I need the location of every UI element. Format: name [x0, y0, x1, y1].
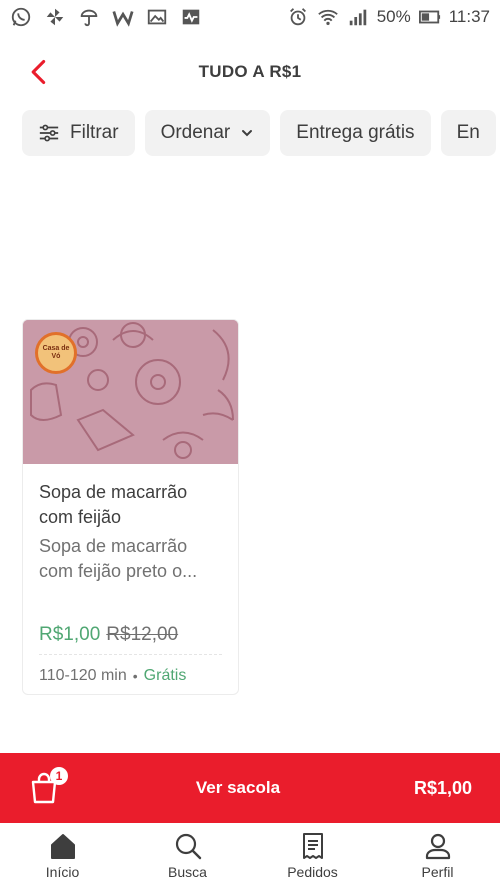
nav-profile-label: Perfil [421, 864, 454, 880]
original-price: R$12,00 [106, 624, 179, 645]
free-delivery-chip[interactable]: Entrega grátis [280, 110, 431, 156]
store-logo: Casa de Vó [35, 332, 77, 374]
current-price: R$1,00 [39, 624, 101, 645]
battery-percent: 50% [376, 7, 411, 26]
clock-time: 11:37 [448, 7, 490, 26]
bag-count-badge: 1 [50, 767, 68, 785]
delivery-time: 110-120 min [39, 667, 127, 684]
pinwheel-icon [44, 6, 66, 28]
delivery-info: 110-120 min • Grátis [39, 667, 222, 685]
bag-total: R$1,00 [413, 777, 472, 798]
user-icon [425, 833, 450, 860]
page-header: TUDO A R$1 [0, 34, 500, 110]
weather-icon [78, 6, 100, 28]
receipt-icon [302, 833, 323, 859]
nav-home-label: Início [45, 864, 80, 880]
product-description-line-2: com feijão preto o... [39, 561, 198, 581]
search-icon [175, 833, 201, 860]
product-description-line-1: Sopa de macarrão [39, 536, 188, 556]
product-card[interactable]: Casa de Vó Sopa de macarrão com feijão S… [22, 319, 239, 695]
separator-dot: • [132, 668, 138, 684]
delivery-fee: Grátis [143, 667, 187, 684]
product-name-line-2: com feijão [39, 507, 122, 527]
product-name-line-1: Sopa de macarrão [39, 482, 188, 502]
nav-orders[interactable]: Pedidos [250, 823, 375, 889]
store-logo-text: Casa de Vó [42, 345, 70, 360]
more-filter-chip[interactable]: En [440, 110, 496, 156]
page-title: TUDO A R$1 [198, 62, 302, 81]
notification-icons [10, 6, 202, 28]
nav-home[interactable]: Início [0, 823, 125, 889]
gallery-icon [146, 6, 168, 28]
nav-search-label: Busca [168, 864, 207, 880]
chevron-left-icon [31, 59, 46, 85]
sort-dropdown[interactable]: Ordenar [144, 110, 271, 156]
product-description: Sopa de macarrão com feijão preto o... [39, 534, 222, 584]
view-bag-bar[interactable]: 1 Ver sacola R$1,00 [0, 753, 500, 823]
card-divider [39, 654, 222, 655]
back-button[interactable] [24, 56, 54, 88]
view-bag-label: Ver sacola [195, 778, 281, 797]
alarm-icon [287, 6, 309, 28]
sort-label: Ordenar [160, 122, 231, 143]
w-app-icon [112, 6, 134, 28]
filter-button[interactable]: Filtrar [22, 110, 135, 156]
wifi-icon [317, 6, 339, 28]
sliders-icon [38, 122, 60, 144]
product-image: Casa de Vó [23, 320, 238, 464]
system-status: 50% 11:37 [287, 6, 490, 28]
product-info: Sopa de macarrão com feijão Sopa de maca… [23, 464, 238, 685]
bottom-navigation: Início Busca Pedidos Perfil [0, 823, 500, 889]
price-row: R$1,00 R$12,00 [39, 624, 222, 646]
signal-icon [347, 6, 369, 28]
home-icon [50, 834, 75, 859]
filter-chips: Filtrar Ordenar Entrega grátis En [22, 110, 500, 156]
product-name: Sopa de macarrão com feijão [39, 480, 222, 530]
battery-icon [418, 6, 441, 28]
filter-label: Filtrar [70, 122, 119, 143]
nav-orders-label: Pedidos [287, 864, 338, 880]
chevron-down-icon [240, 126, 254, 140]
bag-icon-container: 1 [28, 767, 68, 805]
nav-profile[interactable]: Perfil [375, 823, 500, 889]
free-delivery-label: Entrega grátis [296, 122, 415, 143]
whatsapp-icon [10, 6, 32, 28]
activity-icon [180, 6, 202, 28]
more-filter-label: En [456, 122, 480, 143]
status-bar: 50% 11:37 [0, 0, 500, 34]
nav-search[interactable]: Busca [125, 823, 250, 889]
